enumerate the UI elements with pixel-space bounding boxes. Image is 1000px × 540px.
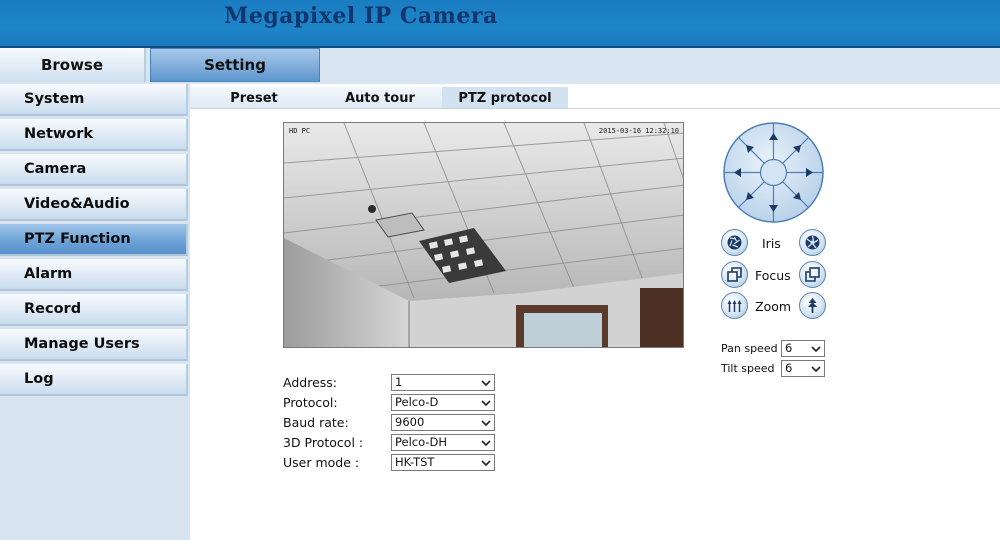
tab-auto-tour[interactable]: Auto tour bbox=[318, 87, 442, 109]
iris-close-button[interactable] bbox=[721, 229, 748, 256]
iris-close-icon bbox=[727, 235, 742, 250]
user-mode-label: User mode : bbox=[283, 455, 360, 470]
baud-rate-select[interactable]: 9600 bbox=[391, 414, 495, 431]
address-row: Address: 1 bbox=[283, 374, 513, 392]
focus-far-icon bbox=[805, 267, 820, 282]
sidebar-item-alarm[interactable]: Alarm bbox=[0, 259, 188, 291]
address-label: Address: bbox=[283, 375, 337, 390]
pan-speed-label: Pan speed bbox=[721, 342, 778, 355]
iris-row: Iris bbox=[721, 229, 827, 257]
focus-label: Focus bbox=[755, 268, 791, 283]
sub-tab-divider bbox=[190, 108, 1000, 109]
protocol-row: Protocol: Pelco-D bbox=[283, 394, 513, 412]
pan-speed-select[interactable]: 6 bbox=[781, 340, 825, 357]
sidebar-item-system[interactable]: System bbox=[0, 84, 188, 116]
focus-row: Focus bbox=[721, 261, 827, 289]
zoom-label: Zoom bbox=[755, 299, 792, 314]
tilt-speed-value: 6 bbox=[785, 361, 793, 375]
tab-ptz-protocol[interactable]: PTZ protocol bbox=[442, 87, 568, 109]
pan-speed-value: 6 bbox=[785, 341, 793, 355]
sidebar-item-network[interactable]: Network bbox=[0, 119, 188, 151]
address-select[interactable]: 1 bbox=[391, 374, 495, 391]
baud-rate-label: Baud rate: bbox=[283, 415, 349, 430]
3d-protocol-value: Pelco-DH bbox=[395, 435, 448, 449]
3d-protocol-row: 3D Protocol : Pelco-DH bbox=[283, 434, 513, 452]
sidebar-item-manage-users[interactable]: Manage Users bbox=[0, 329, 188, 361]
video-preview[interactable]: HD PC 2015-03-16 12:32:10 bbox=[283, 122, 684, 348]
sub-tab-row: Preset Auto tour PTZ protocol bbox=[190, 84, 1000, 109]
3d-protocol-label: 3D Protocol : bbox=[283, 435, 364, 450]
baud-rate-value: 9600 bbox=[395, 415, 425, 429]
osd-timestamp: 2015-03-16 12:32:10 bbox=[598, 127, 679, 135]
user-mode-value: HK-TST bbox=[395, 455, 435, 469]
focus-near-button[interactable] bbox=[721, 261, 748, 288]
camera-feed-image bbox=[284, 123, 683, 347]
app-title: Megapixel IP Camera bbox=[224, 3, 498, 29]
tilt-speed-select[interactable]: 6 bbox=[781, 360, 825, 377]
sidebar-item-video-audio[interactable]: Video&Audio bbox=[0, 189, 188, 221]
app-header: Megapixel IP Camera bbox=[0, 0, 1000, 46]
3d-protocol-select[interactable]: Pelco-DH bbox=[391, 434, 495, 451]
sidebar-item-record[interactable]: Record bbox=[0, 294, 188, 326]
protocol-select[interactable]: Pelco-D bbox=[391, 394, 495, 411]
osd-left-text: HD PC bbox=[289, 127, 311, 135]
protocol-value: Pelco-D bbox=[395, 395, 439, 409]
iris-open-icon bbox=[805, 235, 820, 250]
top-tab-row: Browse Setting bbox=[0, 48, 1000, 84]
zoom-row: Zoom bbox=[721, 292, 827, 320]
address-value: 1 bbox=[395, 375, 403, 389]
chevron-down-icon bbox=[481, 400, 491, 407]
baud-rate-row: Baud rate: 9600 bbox=[283, 414, 513, 432]
user-mode-row: User mode : HK-TST bbox=[283, 454, 513, 472]
sidebar: System Network Camera Video&Audio PTZ Fu… bbox=[0, 84, 190, 540]
tilt-speed-row: Tilt speed 6 bbox=[721, 360, 831, 378]
zoom-out-button[interactable] bbox=[721, 292, 748, 319]
pan-speed-row: Pan speed 6 bbox=[721, 340, 831, 358]
sidebar-item-camera[interactable]: Camera bbox=[0, 154, 188, 186]
ptz-center-button bbox=[759, 158, 788, 187]
tab-preset[interactable]: Preset bbox=[190, 87, 318, 109]
chevron-down-icon bbox=[481, 380, 491, 387]
protocol-label: Protocol: bbox=[283, 395, 338, 410]
ptz-direction-pad[interactable] bbox=[723, 122, 824, 223]
zoom-out-icon bbox=[727, 300, 742, 312]
iris-label: Iris bbox=[762, 236, 781, 251]
chevron-down-icon bbox=[481, 460, 491, 467]
focus-far-button[interactable] bbox=[799, 261, 826, 288]
tab-browse[interactable]: Browse bbox=[0, 48, 146, 82]
sidebar-item-log[interactable]: Log bbox=[0, 364, 188, 396]
tab-setting[interactable]: Setting bbox=[150, 48, 320, 82]
zoom-in-icon bbox=[808, 298, 817, 313]
zoom-in-button[interactable] bbox=[799, 292, 826, 319]
tilt-speed-label: Tilt speed bbox=[721, 362, 775, 375]
chevron-down-icon bbox=[481, 420, 491, 427]
iris-open-button[interactable] bbox=[799, 229, 826, 256]
chevron-down-icon bbox=[811, 366, 821, 373]
sidebar-item-ptz-function[interactable]: PTZ Function bbox=[0, 224, 188, 256]
focus-near-icon bbox=[727, 267, 742, 282]
chevron-down-icon bbox=[811, 346, 821, 353]
chevron-down-icon bbox=[481, 440, 491, 447]
user-mode-select[interactable]: HK-TST bbox=[391, 454, 495, 471]
